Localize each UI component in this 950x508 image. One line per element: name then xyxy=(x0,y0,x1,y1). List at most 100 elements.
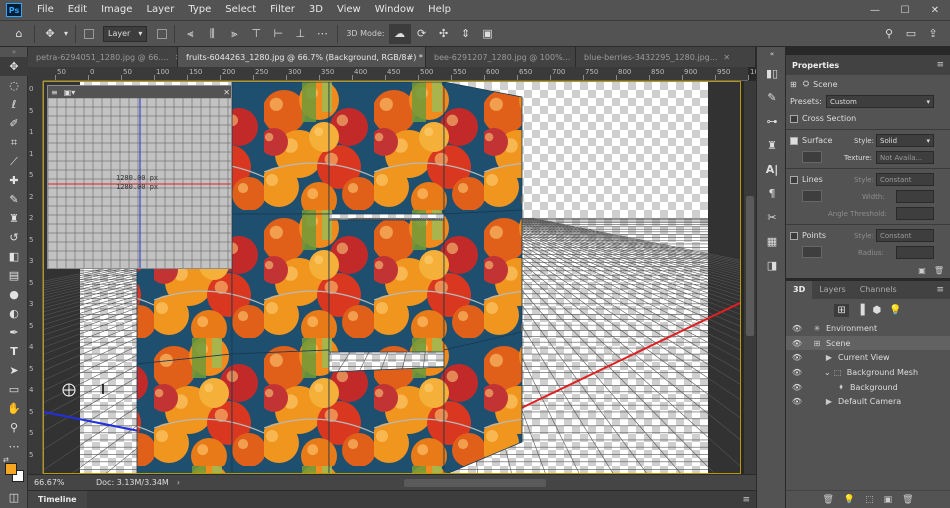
texture-dropdown[interactable]: Not Availa... xyxy=(876,151,934,164)
visibility-eye-icon[interactable]: 👁 xyxy=(790,324,804,333)
scene-row-current-view[interactable]: 👁 ▶ Current View xyxy=(786,350,950,365)
properties-title[interactable]: Properties xyxy=(792,61,839,70)
navigator-panel-icon[interactable]: ◨ xyxy=(757,253,787,277)
auto-select-dropdown[interactable]: Layer ▾ xyxy=(103,25,148,42)
eyedropper-tool-icon[interactable]: ⟋ xyxy=(0,152,28,171)
scene-tab-icon[interactable]: ⛭ xyxy=(803,79,809,89)
lasso-tool-icon[interactable]: ℓ xyxy=(0,95,28,114)
vertical-ruler[interactable]: 0 5 1 1 5 2 2 5 3 5 3 5 4 5 4 5 5 5 xyxy=(28,81,43,474)
surface-style-dropdown[interactable]: Solid ▾ xyxy=(876,134,934,147)
points-checkbox[interactable] xyxy=(790,231,798,240)
scene-row-background[interactable]: 👁 ⬧ Background xyxy=(786,380,950,395)
lines-color-swatch[interactable] xyxy=(802,190,822,202)
home-icon[interactable]: ⌂ xyxy=(8,24,30,44)
color-swatches[interactable]: ⇄ xyxy=(0,456,28,488)
slide-3d-icon[interactable]: ⇕ xyxy=(455,24,477,44)
delete-item-icon[interactable]: 🗑 xyxy=(902,495,913,505)
eraser-tool-icon[interactable]: ◧ xyxy=(0,247,28,266)
more-tools-icon[interactable]: ⋯ xyxy=(0,437,28,456)
move-tool-icon[interactable]: ✥ xyxy=(0,57,28,76)
presets-dropdown[interactable]: Custom ▾ xyxy=(826,95,934,108)
horizontal-ruler[interactable]: 50 0 50 100 150 200 250 300 350 400 450 500 550 600 65… xyxy=(43,67,950,81)
align-top-icon[interactable]: ⊤ xyxy=(245,24,267,44)
path-selection-tool-icon[interactable]: ➤ xyxy=(0,361,28,380)
drag-3d-icon[interactable]: ✣ xyxy=(433,24,455,44)
tab-petra[interactable]: petra-6294051_1280.jpg @ 66.... ✕ xyxy=(28,47,178,67)
3d-secondary-view[interactable]: ≡ ▣▾ ✕ 1280.00 px 1280.00 px xyxy=(47,85,232,269)
menu-view[interactable]: View xyxy=(330,0,368,20)
menu-window[interactable]: Window xyxy=(368,0,421,20)
visibility-eye-icon[interactable]: 👁 xyxy=(790,353,804,362)
menu-icon[interactable]: ≡ xyxy=(51,88,58,97)
menu-edit[interactable]: Edit xyxy=(61,0,94,20)
maximize-button[interactable]: ☐ xyxy=(890,0,920,20)
dodge-tool-icon[interactable]: ◐ xyxy=(0,304,28,323)
healing-brush-tool-icon[interactable]: ✚ xyxy=(0,171,28,190)
menu-3d[interactable]: 3D xyxy=(302,0,330,20)
surface-checkbox[interactable] xyxy=(790,136,798,145)
panel-collapse-icon[interactable]: « xyxy=(757,47,787,61)
scene-row-background-mesh[interactable]: 👁 ⌄ ⬚ Background Mesh xyxy=(786,365,950,380)
align-bottom-icon[interactable]: ⊥ xyxy=(289,24,311,44)
auto-select-checkbox[interactable] xyxy=(84,28,94,39)
cross-section-checkbox[interactable] xyxy=(790,114,798,123)
crop-tool-icon[interactable]: ⌗ xyxy=(0,133,28,152)
align-left-icon[interactable]: ⫷ xyxy=(179,24,201,44)
panel-menu-icon[interactable]: ≡ xyxy=(936,60,944,70)
status-menu-icon[interactable]: › xyxy=(177,478,180,487)
show-transform-checkbox[interactable] xyxy=(157,28,168,39)
close-icon[interactable]: ✕ xyxy=(723,53,730,62)
filter-lights-icon[interactable]: 💡 xyxy=(889,305,901,316)
delete-icon[interactable]: 🗑 xyxy=(822,495,833,505)
scrollbar-thumb[interactable] xyxy=(746,196,754,336)
menu-type[interactable]: Type xyxy=(181,0,218,20)
timeline-tab[interactable]: Timeline xyxy=(28,490,87,508)
type-tool-icon[interactable]: T xyxy=(0,342,28,361)
menu-filter[interactable]: Filter xyxy=(263,0,302,20)
close-icon[interactable]: ✕ xyxy=(223,88,230,97)
panel-menu-icon[interactable]: ≡ xyxy=(936,285,944,295)
toolbar-collapse-icon[interactable]: » xyxy=(0,47,28,57)
lines-style-dropdown[interactable]: Constant xyxy=(876,173,934,186)
chevron-down-icon[interactable]: ▾ xyxy=(61,24,71,44)
points-style-dropdown[interactable]: Constant xyxy=(876,229,934,242)
vertical-scrollbar[interactable] xyxy=(744,81,756,474)
paragraph-panel-icon[interactable]: ¶ xyxy=(757,181,787,205)
search-icon[interactable]: ⚲ xyxy=(878,24,900,44)
visibility-eye-icon[interactable]: 👁 xyxy=(790,339,804,348)
brush-tool-icon[interactable]: ✎ xyxy=(0,190,28,209)
menu-layer[interactable]: Layer xyxy=(139,0,181,20)
history-panel-icon[interactable]: ▮▯ xyxy=(757,61,787,85)
character-panel-icon[interactable]: A| xyxy=(757,157,787,181)
radius-field[interactable] xyxy=(896,246,934,259)
filter-whole-scene-icon[interactable]: ⊞ xyxy=(834,303,849,317)
clone-stamp-tool-icon[interactable]: ♜ xyxy=(0,209,28,228)
rectangle-tool-icon[interactable]: ▭ xyxy=(0,380,28,399)
lines-checkbox[interactable] xyxy=(790,175,798,184)
share-icon[interactable]: ⇪ xyxy=(922,24,944,44)
width-field[interactable] xyxy=(896,190,934,203)
new-mesh-icon[interactable]: ⬚ xyxy=(865,495,874,505)
align-center-icon[interactable]: ⫼ xyxy=(201,24,223,44)
surface-color-swatch[interactable] xyxy=(802,151,822,163)
panel-menu-icon[interactable]: ≡ xyxy=(742,495,750,505)
angle-threshold-field[interactable] xyxy=(896,207,934,220)
align-right-icon[interactable]: ⫸ xyxy=(223,24,245,44)
tab-blue-berries[interactable]: blue-berries-3432295_1280.jpg... ✕ xyxy=(576,47,756,67)
render-icon[interactable]: ▣ xyxy=(918,266,926,275)
close-button[interactable]: ✕ xyxy=(920,0,950,20)
workspace-icon[interactable]: ▭ xyxy=(900,24,922,44)
info-panel-icon[interactable]: ▦ xyxy=(757,229,787,253)
menu-help[interactable]: Help xyxy=(421,0,458,20)
marquee-tool-icon[interactable]: ◌ xyxy=(0,76,28,95)
tab-fruits[interactable]: fruits-6044263_1280.jpg @ 66.7% (Backgro… xyxy=(178,47,426,67)
visibility-eye-icon[interactable]: 👁 xyxy=(790,383,804,392)
blur-tool-icon[interactable]: ● xyxy=(0,285,28,304)
visibility-eye-icon[interactable]: 👁 xyxy=(790,368,804,377)
quick-mask-icon[interactable]: ◫ xyxy=(0,488,28,507)
gradient-tool-icon[interactable]: ▤ xyxy=(0,266,28,285)
document-size[interactable]: Doc: 3.13M/3.34M xyxy=(96,478,169,487)
tab-3d[interactable]: 3D xyxy=(786,281,813,299)
filter-meshes-icon[interactable]: ▐ xyxy=(857,305,865,316)
history-brush-tool-icon[interactable]: ↺ xyxy=(0,228,28,247)
